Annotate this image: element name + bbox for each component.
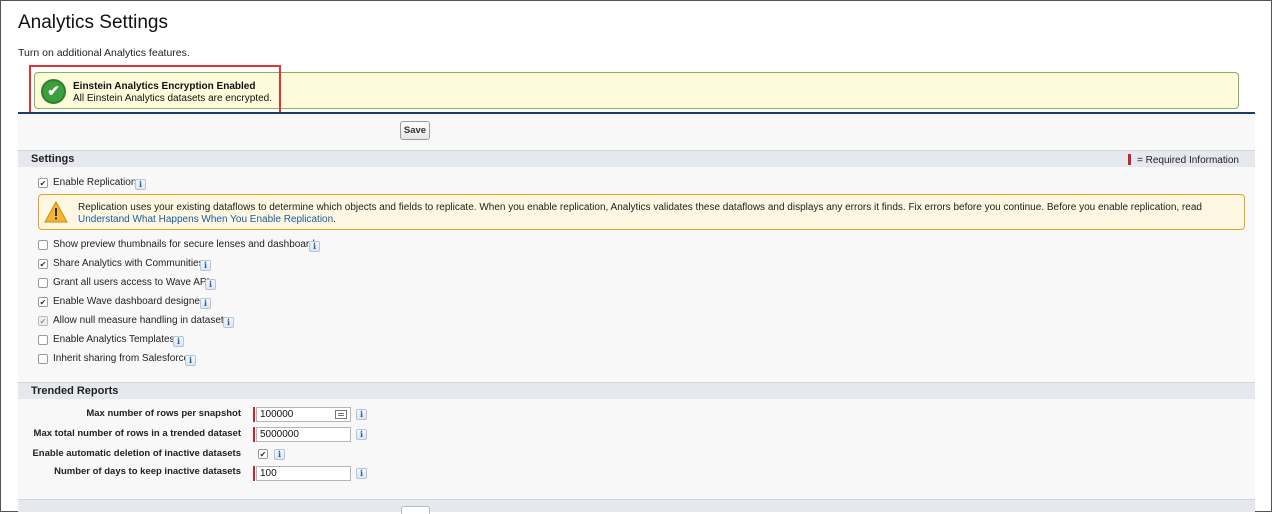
info-icon[interactable]: i xyxy=(135,179,146,190)
max-total-rows-label: Max total number of rows in a trended da… xyxy=(33,428,241,439)
required-marker xyxy=(253,466,255,481)
enable-analytics-templates-checkbox[interactable] xyxy=(38,335,48,345)
page-title: Analytics Settings xyxy=(18,12,168,33)
calendar-icon[interactable] xyxy=(335,410,347,419)
required-marker xyxy=(253,407,255,422)
info-icon[interactable]: i xyxy=(356,429,367,440)
trended-reports-section-header: Trended Reports xyxy=(18,382,1255,399)
info-icon[interactable]: i xyxy=(309,241,320,252)
bottom-save-button[interactable] xyxy=(401,506,430,514)
info-icon[interactable]: i xyxy=(200,260,211,271)
null-measure-handling-checkbox xyxy=(38,316,48,326)
info-icon[interactable]: i xyxy=(274,449,285,460)
auto-delete-checkbox[interactable] xyxy=(258,449,268,459)
settings-header-label: Settings xyxy=(31,153,75,165)
option-label: Share Analytics with Communities xyxy=(53,258,204,269)
trended-reports-header-label: Trended Reports xyxy=(31,385,119,397)
required-legend: = Required Information xyxy=(1127,154,1239,166)
page-subtitle: Turn on additional Analytics features. xyxy=(18,47,190,59)
grant-wave-api-checkbox[interactable] xyxy=(38,278,48,288)
bottom-button-bar xyxy=(18,499,1255,512)
option-label: Enable Analytics Templates xyxy=(53,334,175,345)
enable-dashboard-designer-checkbox[interactable] xyxy=(38,297,48,307)
warning-icon xyxy=(44,201,68,223)
enable-replication-label: Enable Replication xyxy=(53,177,137,188)
enable-replication-checkbox[interactable] xyxy=(38,178,48,188)
option-label: Allow null measure handling in datasets xyxy=(53,315,229,326)
info-icon[interactable]: i xyxy=(200,298,211,309)
warning-body: Replication uses your existing dataflows… xyxy=(78,202,1202,213)
option-label: Grant all users access to Wave API xyxy=(53,277,210,288)
info-icon[interactable]: i xyxy=(185,355,196,366)
understand-replication-link[interactable]: Understand What Happens When You Enable … xyxy=(78,214,333,225)
settings-section-header: Settings = Required Information xyxy=(18,150,1255,167)
inherit-sharing-checkbox[interactable] xyxy=(38,354,48,364)
info-icon[interactable]: i xyxy=(223,317,234,328)
days-keep-label: Number of days to keep inactive datasets xyxy=(54,466,241,477)
info-icon[interactable]: i xyxy=(205,279,216,290)
share-analytics-communities-checkbox[interactable] xyxy=(38,259,48,269)
save-button[interactable]: Save xyxy=(400,121,430,140)
days-keep-input[interactable] xyxy=(256,466,351,481)
warning-text: Replication uses your existing dataflows… xyxy=(78,202,1238,226)
show-preview-thumbnails-checkbox[interactable] xyxy=(38,240,48,250)
max-total-rows-input[interactable] xyxy=(256,427,351,442)
info-icon[interactable]: i xyxy=(356,409,367,420)
replication-warning: Replication uses your existing dataflows… xyxy=(38,194,1245,230)
warning-suffix: . xyxy=(333,214,336,225)
required-marker xyxy=(253,427,255,442)
option-label: Inherit sharing from Salesforce xyxy=(53,353,190,364)
max-rows-snapshot-label: Max number of rows per snapshot xyxy=(86,408,241,419)
required-marker xyxy=(1127,154,1131,165)
required-legend-text: = Required Information xyxy=(1136,155,1239,166)
auto-delete-label: Enable automatic deletion of inactive da… xyxy=(32,448,241,459)
info-icon[interactable]: i xyxy=(356,468,367,479)
info-icon[interactable]: i xyxy=(173,336,184,347)
option-label: Enable Wave dashboard designer xyxy=(53,296,204,307)
option-label: Show preview thumbnails for secure lense… xyxy=(53,239,320,250)
